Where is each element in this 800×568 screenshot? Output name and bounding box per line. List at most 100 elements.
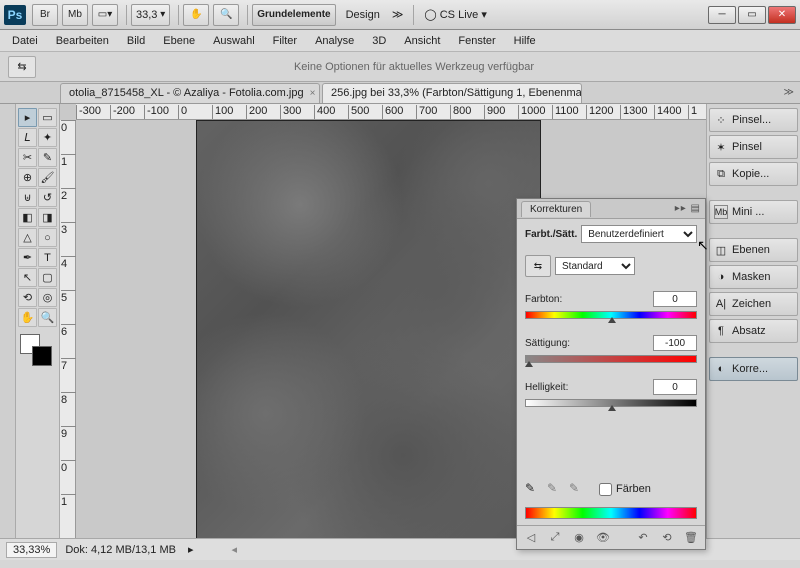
menu-filter[interactable]: Filter — [265, 33, 305, 49]
zoom-tool[interactable]: 🔍 — [38, 308, 57, 327]
3d-tool[interactable]: ⟲ — [18, 288, 37, 307]
zoom-button[interactable]: 🔍 — [213, 4, 239, 26]
targeted-tool[interactable]: ⇆ — [525, 255, 551, 277]
menu-hilfe[interactable]: Hilfe — [506, 33, 544, 49]
dock-mini[interactable]: MbMini ... — [709, 200, 798, 224]
background-color[interactable] — [32, 346, 52, 366]
lightness-label: Helligkeit: — [525, 382, 568, 393]
dodge-tool[interactable]: ○ — [38, 228, 57, 247]
menu-ebene[interactable]: Ebene — [155, 33, 203, 49]
app-logo: Ps — [4, 5, 26, 25]
ruler-vertical[interactable]: 012345678901 — [60, 120, 76, 538]
pen-tool[interactable]: ✒ — [18, 248, 37, 267]
reset-icon[interactable]: ⟲ — [659, 530, 675, 546]
window-close[interactable]: ✕ — [768, 6, 796, 24]
panel-tab-korrekturen[interactable]: Korrekturen — [521, 201, 591, 217]
camera-tool[interactable]: ◎ — [38, 288, 57, 307]
eyedropper-minus-icon[interactable]: ✎ — [569, 481, 585, 497]
workspace-design[interactable]: Design — [340, 9, 386, 21]
hand-button[interactable]: ✋ — [183, 4, 209, 26]
gradient-tool[interactable]: ◨ — [38, 208, 57, 227]
menu-auswahl[interactable]: Auswahl — [205, 33, 263, 49]
bridge-button[interactable]: Br — [32, 4, 58, 26]
saturation-slider[interactable] — [525, 355, 697, 365]
colorize-checkbox[interactable]: Färben — [599, 483, 651, 496]
window-minimize[interactable]: ─ — [708, 6, 736, 24]
hand-tool[interactable]: ✋ — [18, 308, 37, 327]
menu-3d[interactable]: 3D — [364, 33, 394, 49]
lightness-input[interactable] — [653, 379, 697, 395]
move-tool[interactable]: ▸ — [18, 108, 37, 127]
panel-menu-icon[interactable]: ▸▸ ▤ — [675, 203, 701, 214]
document-tab-1[interactable]: otolia_8715458_XL - © Azaliya - Fotolia.… — [60, 83, 320, 103]
eraser-tool[interactable]: ◧ — [18, 208, 37, 227]
menu-datei[interactable]: Datei — [4, 33, 46, 49]
document-image[interactable] — [196, 120, 541, 538]
masks-icon: ◑ — [714, 270, 728, 284]
workspace-more[interactable]: ≫ — [386, 8, 410, 21]
ruler-horizontal[interactable]: -300-200-1000100200300400500600700800900… — [76, 104, 706, 120]
dock-masken[interactable]: ◑Masken — [709, 265, 798, 289]
menu-bild[interactable]: Bild — [119, 33, 153, 49]
close-icon[interactable]: × — [310, 88, 316, 99]
range-select[interactable]: Standard — [555, 257, 635, 275]
menu-ansicht[interactable]: Ansicht — [396, 33, 448, 49]
heal-tool[interactable]: ⊕ — [18, 168, 37, 187]
preset-select[interactable]: Benutzerdefiniert — [581, 225, 697, 243]
trash-icon[interactable]: 🗑 — [683, 530, 699, 546]
layers-icon: ◫ — [714, 243, 728, 257]
visibility-icon[interactable]: 👁 — [595, 530, 611, 546]
layout-button[interactable]: ▭▾ — [92, 4, 118, 26]
status-doc-size[interactable]: Dok: 4,12 MB/13,1 MB — [65, 544, 176, 556]
stamp-tool[interactable]: ⊎ — [18, 188, 37, 207]
saturation-input[interactable] — [653, 335, 697, 351]
marquee-tool[interactable]: ▭ — [38, 108, 57, 127]
status-zoom[interactable]: 33,33% — [6, 542, 57, 558]
brush-icon: ✶ — [714, 140, 728, 154]
current-tool-icon[interactable]: ⇆ — [8, 56, 36, 78]
history-brush-tool[interactable]: ↺ — [38, 188, 57, 207]
dock-korrekturen[interactable]: ◐Korre... — [709, 357, 798, 381]
dock-zeichen[interactable]: A|Zeichen — [709, 292, 798, 316]
menu-analyse[interactable]: Analyse — [307, 33, 362, 49]
shape-tool[interactable]: ▢ — [38, 268, 57, 287]
window-maximize[interactable]: ▭ — [738, 6, 766, 24]
eyedropper-plus-icon[interactable]: ✎ — [547, 481, 563, 497]
brush-presets-icon: ⁘ — [714, 113, 728, 127]
eyedropper-icon[interactable]: ✎ — [525, 481, 541, 497]
crop-tool[interactable]: ✂ — [18, 148, 37, 167]
type-tool[interactable]: T — [38, 248, 57, 267]
wand-tool[interactable]: ✦ — [38, 128, 57, 147]
path-tool[interactable]: ↖ — [18, 268, 37, 287]
minibridge-button[interactable]: Mb — [62, 4, 88, 26]
cs-live[interactable]: ◯ CS Live ▾ — [418, 8, 492, 21]
hue-input[interactable] — [653, 291, 697, 307]
adjustments-panel[interactable]: Korrekturen ▸▸ ▤ Farbt./Sätt. Benutzerde… — [516, 198, 706, 550]
menu-bearbeiten[interactable]: Bearbeiten — [48, 33, 117, 49]
hue-label: Farbton: — [525, 294, 562, 305]
spectrum-bar[interactable] — [525, 507, 697, 519]
tabs-overflow[interactable]: ≫ — [784, 87, 794, 98]
blur-tool[interactable]: △ — [18, 228, 37, 247]
dock-kopie[interactable]: ⧉Kopie... — [709, 162, 798, 186]
dock-pinselvorgaben[interactable]: ⁘Pinsel... — [709, 108, 798, 132]
previous-icon[interactable]: ↶ — [635, 530, 651, 546]
dock-absatz[interactable]: ¶Absatz — [709, 319, 798, 343]
dock-ebenen[interactable]: ◫Ebenen — [709, 238, 798, 262]
clip-icon[interactable]: ◉ — [571, 530, 587, 546]
eyedropper-tool[interactable]: ✎ — [38, 148, 57, 167]
workspace-grundelemente[interactable]: Grundelemente — [252, 4, 335, 26]
hue-slider[interactable] — [525, 311, 697, 321]
adjustments-icon: ◐ — [714, 362, 728, 376]
lasso-tool[interactable]: 𝘓 — [18, 128, 37, 147]
menu-fenster[interactable]: Fenster — [450, 33, 503, 49]
document-tab-2[interactable]: 256.jpg bei 33,3% (Farbton/Sättigung 1, … — [322, 83, 582, 103]
dock-pinsel[interactable]: ✶Pinsel — [709, 135, 798, 159]
zoom-level[interactable]: 33,3 ▾ — [131, 4, 170, 26]
back-icon[interactable]: ◁ — [523, 530, 539, 546]
right-panel-dock: ⁘Pinsel... ✶Pinsel ⧉Kopie... MbMini ... … — [706, 104, 800, 538]
expand-icon[interactable]: ⤢ — [547, 530, 563, 546]
brush-tool[interactable]: 🖌 — [38, 168, 57, 187]
lightness-slider[interactable] — [525, 399, 697, 409]
color-swatches[interactable] — [18, 334, 57, 366]
